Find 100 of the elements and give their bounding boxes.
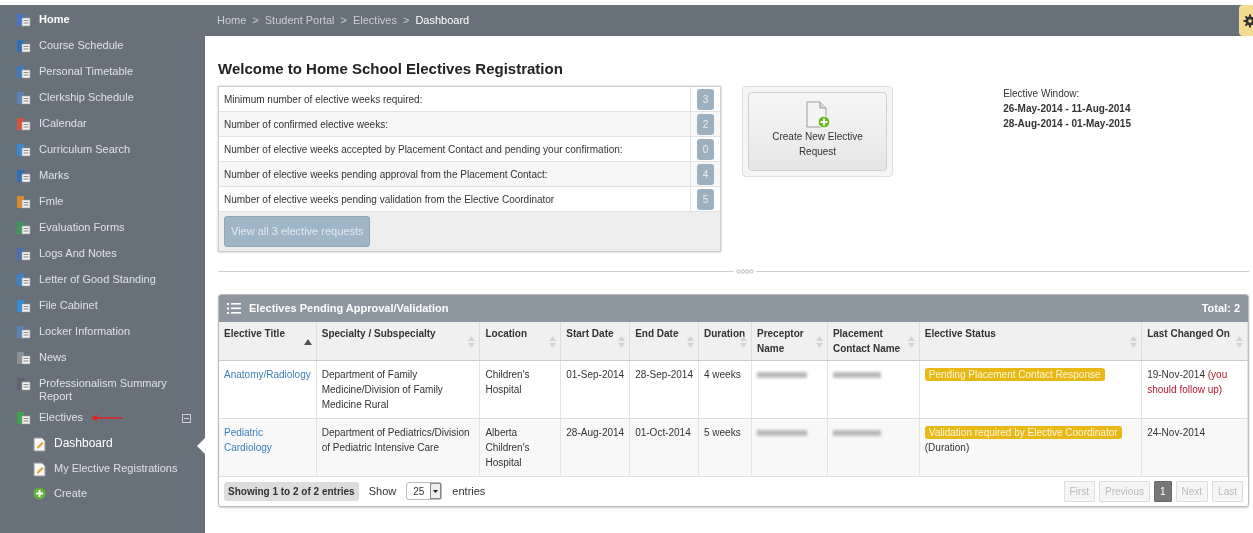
show-label: Show bbox=[368, 483, 397, 499]
sidebar-item[interactable]: File Cabinet bbox=[0, 295, 205, 321]
status-badge: Pending Placement Contact Response bbox=[924, 367, 1105, 381]
pagination-button[interactable]: 1 bbox=[1153, 480, 1172, 502]
column-header[interactable]: Specialty / Subspecialty bbox=[316, 321, 480, 360]
sidebar-item[interactable]: Professionalism Summary Report bbox=[0, 373, 205, 407]
count-badge: 2 bbox=[697, 113, 714, 135]
stat-label: Number of elective weeks pending approval from the Placement Contact: bbox=[223, 167, 549, 182]
add-document-icon bbox=[804, 101, 831, 129]
column-header[interactable]: Last Changed On bbox=[1141, 321, 1248, 360]
column-header[interactable]: Placement Contact Name bbox=[827, 321, 920, 360]
entries-label: entries bbox=[452, 483, 486, 499]
breadcrumb-separator: > bbox=[252, 13, 259, 29]
document-icon bbox=[33, 437, 46, 452]
menu-icon bbox=[16, 13, 31, 27]
column-header[interactable]: End Date bbox=[629, 321, 699, 360]
date-range: 26-May-2014 - 11-Aug-2014 bbox=[1003, 102, 1131, 116]
sidebar-item[interactable]: Course Schedule bbox=[0, 35, 205, 61]
menu-icon bbox=[16, 195, 31, 209]
menu-icon bbox=[16, 143, 31, 157]
menu-icon bbox=[16, 39, 31, 53]
count-badge: 3 bbox=[697, 88, 714, 110]
table-cell: Children's Hospital bbox=[485, 368, 530, 395]
menu-icon bbox=[16, 65, 31, 79]
stat-label: Minimum number of elective weeks required: bbox=[223, 92, 424, 107]
sidebar-item[interactable]: Electives bbox=[0, 407, 205, 433]
sidebar-item[interactable]: Evaluation Forms bbox=[0, 217, 205, 243]
column-header[interactable]: Elective Status bbox=[919, 321, 1142, 360]
sidebar-item[interactable]: Locker Information bbox=[0, 321, 205, 347]
menu-icon bbox=[16, 91, 31, 105]
page-title: Welcome to Home School Electives Registration bbox=[218, 60, 564, 78]
table-cell: Department of Family Medicine/Division of Family Medicine Rural bbox=[321, 368, 443, 410]
sidebar-item[interactable]: Personal Timetable bbox=[0, 61, 205, 87]
breadcrumb-link[interactable]: Electives bbox=[352, 12, 397, 29]
stat-label: Number of confirmed elective weeks: bbox=[223, 117, 389, 132]
menu-icon bbox=[16, 351, 31, 365]
menu-icon bbox=[16, 411, 31, 425]
table-cell: 28-Aug-2014 bbox=[566, 426, 625, 438]
sidebar-item[interactable]: News bbox=[0, 347, 205, 373]
settings-button[interactable] bbox=[1239, 5, 1253, 36]
sidebar-item[interactable]: Logs And Notes bbox=[0, 243, 205, 269]
breadcrumb-link[interactable]: Home bbox=[217, 12, 247, 29]
pointer-arrow-icon bbox=[91, 414, 124, 422]
menu-icon bbox=[16, 377, 31, 391]
sidebar-item[interactable]: Home bbox=[0, 9, 205, 35]
last-changed-text: 24-Nov-2014 bbox=[1147, 426, 1205, 438]
breadcrumb-link[interactable]: Student Portal bbox=[264, 12, 335, 29]
elective-link[interactable]: Anatomy/Radiology bbox=[224, 366, 311, 382]
table-cell: 01-Sep-2014 bbox=[566, 368, 625, 380]
total-count: Total: 2 bbox=[1201, 300, 1240, 316]
table-cell: Alberta Children's Hospital bbox=[485, 426, 530, 468]
sidebar-item[interactable]: Fmle bbox=[0, 191, 205, 217]
sidebar-subitem[interactable]: Dashboard bbox=[0, 433, 205, 458]
sidebar-subitem[interactable]: My Elective Registrations bbox=[0, 458, 205, 483]
gear-icon bbox=[1242, 14, 1253, 29]
menu-icon bbox=[16, 273, 31, 287]
menu-icon bbox=[16, 169, 31, 183]
menu-icon bbox=[16, 325, 31, 339]
menu-icon bbox=[16, 221, 31, 235]
column-header[interactable]: Elective Title bbox=[219, 321, 317, 360]
page-length-select[interactable]: 25 bbox=[406, 482, 443, 500]
active-pointer-icon bbox=[197, 438, 205, 454]
date-range: 28-Aug-2014 - 01-May-2015 bbox=[1003, 117, 1131, 131]
breadcrumb-current: Dashboard bbox=[415, 13, 470, 29]
sidebar-item[interactable]: Curriculum Search bbox=[0, 139, 205, 165]
column-header[interactable]: Duration bbox=[698, 321, 752, 360]
menu-icon bbox=[16, 117, 31, 131]
breadcrumb-separator: > bbox=[340, 13, 347, 29]
status-badge: Validation required by Elective Coordinator bbox=[924, 425, 1122, 439]
add-icon bbox=[33, 487, 46, 500]
sidebar-item[interactable]: Marks bbox=[0, 165, 205, 191]
sidebar-item[interactable]: Clerkship Schedule bbox=[0, 87, 205, 113]
table-cell: Department of Pediatrics/Division of Pediatric Intensive Care bbox=[321, 426, 470, 453]
count-badge: 0 bbox=[697, 138, 714, 160]
last-changed-text: 19-Nov-2014 (you should follow up) bbox=[1147, 368, 1228, 395]
window-label: Elective Window: bbox=[1003, 87, 1081, 101]
column-header[interactable]: Preceptor Name bbox=[751, 321, 828, 360]
column-header[interactable]: Start Date bbox=[560, 321, 630, 360]
sidebar-subitem[interactable]: Create bbox=[0, 483, 205, 508]
entries-info: Showing 1 to 2 of 2 entries bbox=[224, 481, 359, 501]
create-request-button[interactable]: Create New Elective Request bbox=[748, 92, 887, 171]
count-badge: 5 bbox=[697, 188, 714, 210]
breadcrumb-separator: > bbox=[402, 13, 410, 29]
sidebar-item[interactable]: ICalendar bbox=[0, 113, 205, 139]
menu-icon bbox=[16, 247, 31, 261]
count-badge: 4 bbox=[697, 163, 714, 185]
collapse-toggle-icon[interactable] bbox=[182, 411, 191, 424]
list-icon bbox=[227, 302, 241, 314]
table-cell: 4 weeks bbox=[704, 368, 741, 380]
sidebar-item[interactable]: Letter of Good Standing bbox=[0, 269, 205, 295]
stat-label: Number of elective weeks pending validation from the Elective Coordinator bbox=[223, 192, 556, 207]
panel-title: Electives Pending Approval/Validation bbox=[249, 300, 449, 316]
stat-label: Number of elective weeks accepted by Placement Contact and pending your confirmation: bbox=[223, 142, 624, 157]
document-icon bbox=[33, 462, 46, 477]
table-cell: 01-Oct-2014 bbox=[635, 426, 691, 438]
table-cell: 28-Sep-2014 bbox=[635, 368, 693, 380]
status-note: (Duration) bbox=[924, 441, 970, 453]
column-header[interactable]: Location bbox=[479, 321, 561, 360]
table-cell: 5 weeks bbox=[704, 426, 741, 438]
resize-handle-icon[interactable] bbox=[733, 267, 756, 275]
